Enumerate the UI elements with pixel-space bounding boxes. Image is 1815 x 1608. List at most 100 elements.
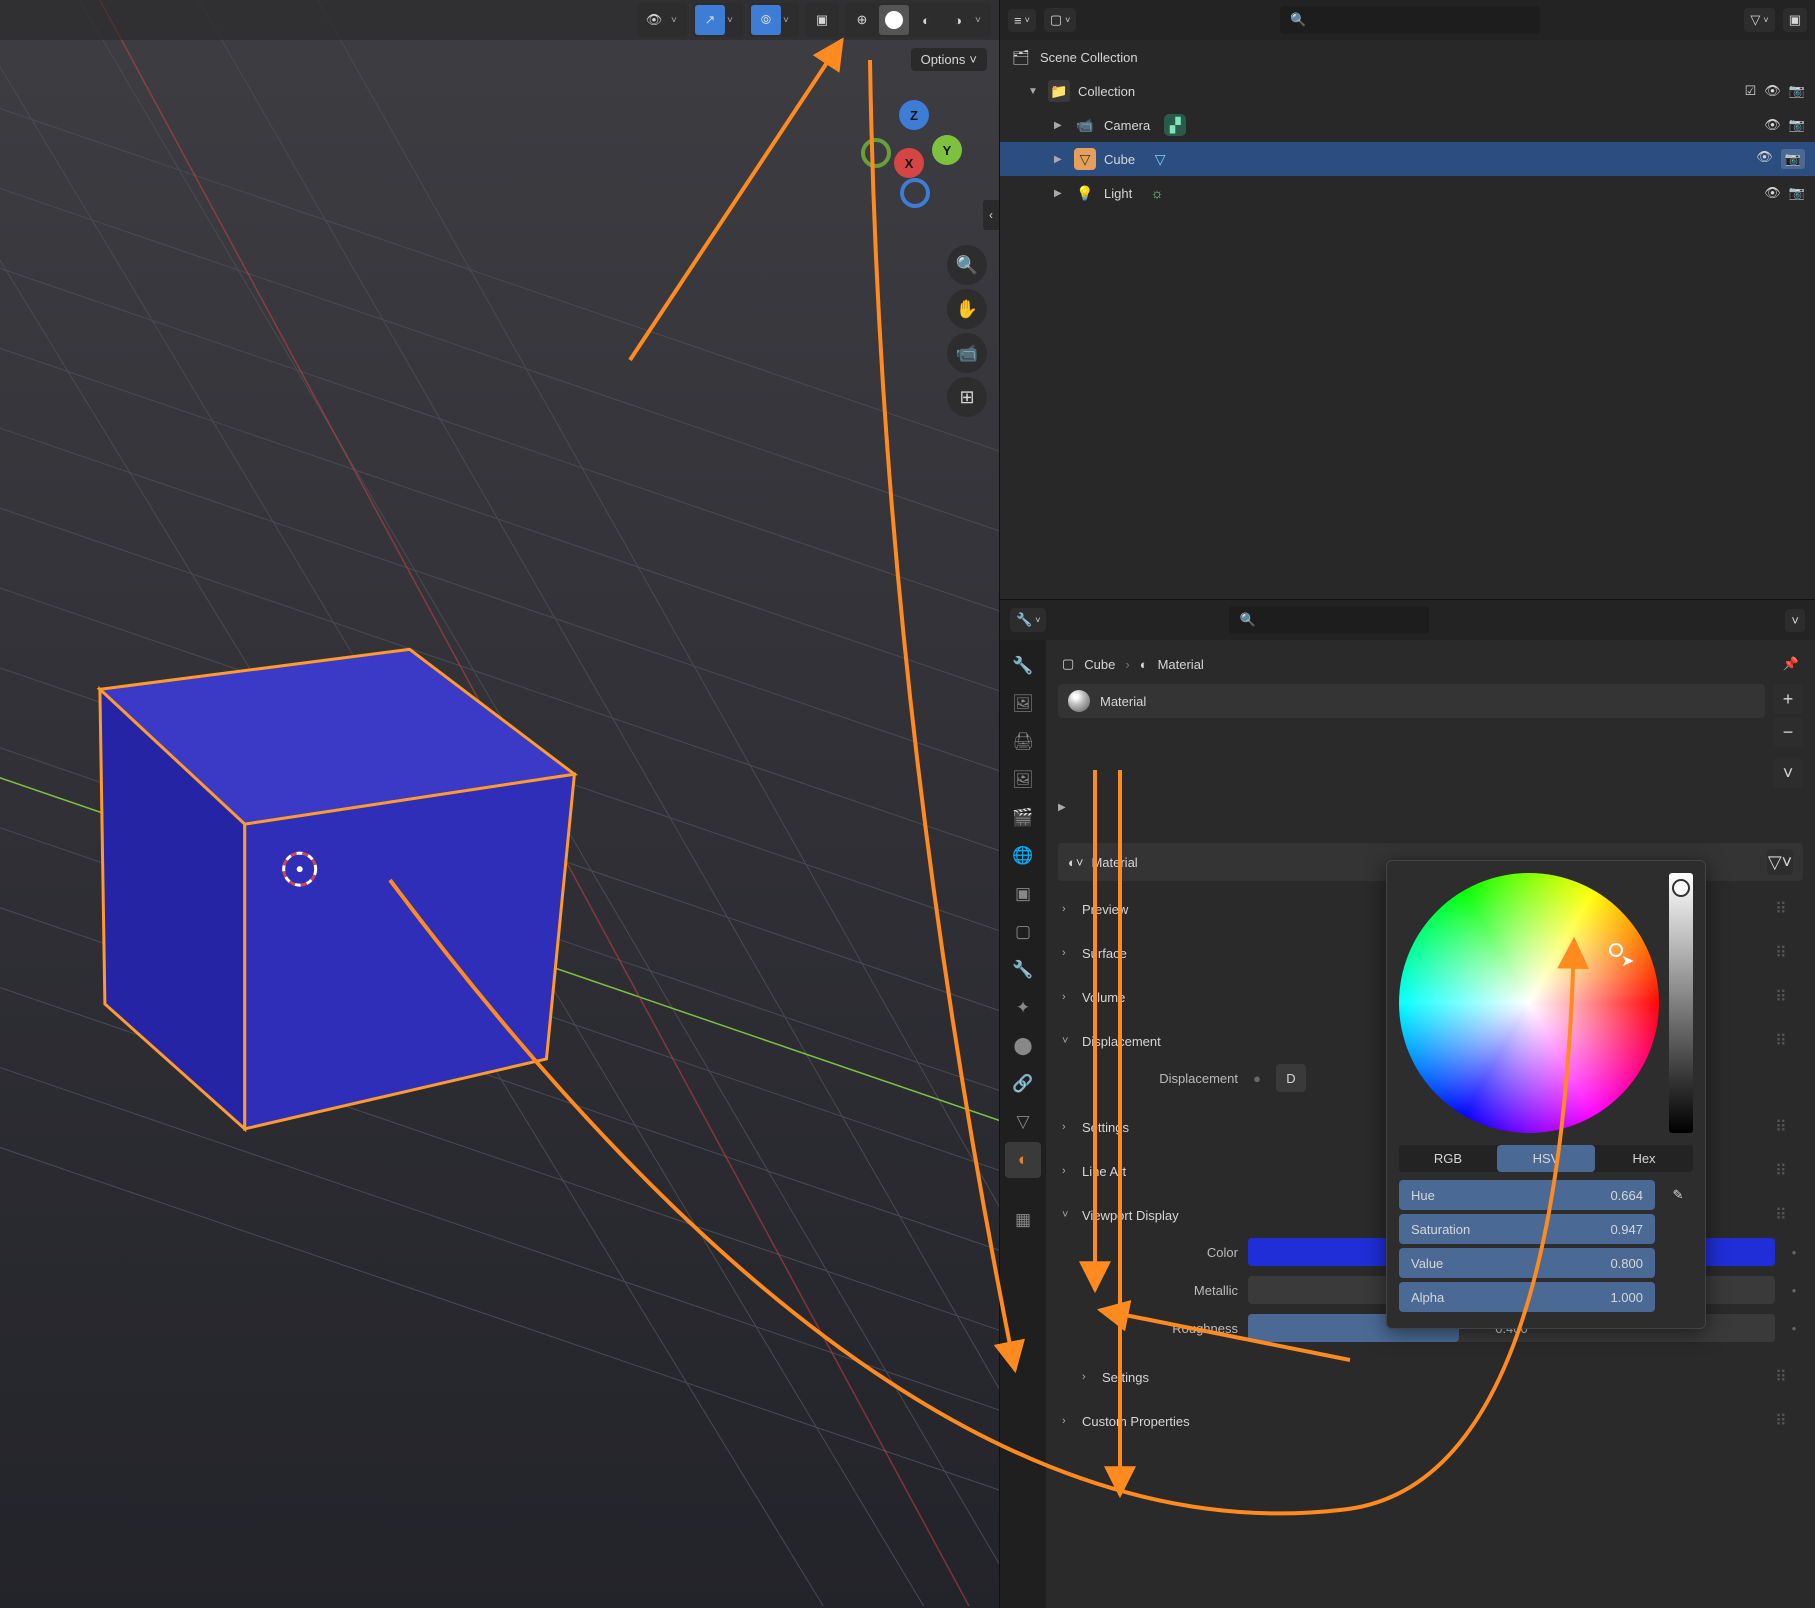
add-slot-button[interactable]: + xyxy=(1773,684,1803,714)
scene-collection-row[interactable]: 🗂 Scene Collection xyxy=(1000,40,1815,74)
disclosure-icon[interactable]: ▶ xyxy=(1054,154,1066,165)
axis-neg-y[interactable] xyxy=(861,138,891,168)
displacement-mode[interactable]: D xyxy=(1276,1064,1306,1092)
navigation-gizmo[interactable]: Z Y X xyxy=(864,100,964,200)
tab-modifier-icon[interactable]: 🔧 xyxy=(1005,952,1041,988)
drag-handle-icon[interactable]: ⠿ xyxy=(1775,899,1799,919)
filter-icon[interactable]: ▽˅ xyxy=(1744,8,1774,32)
chevron-down-icon[interactable]: ˅ xyxy=(975,15,989,26)
socket-icon[interactable]: ● xyxy=(1248,1071,1266,1086)
disclosure-icon[interactable]: ▶ xyxy=(1058,802,1066,813)
viewport-3d[interactable]: 👁 ˅ ↗ ˅ ⦾ ˅ ▣ ⊕ ◐ ◑ ˅ Options xyxy=(0,0,1000,1608)
pin-icon[interactable]: 📌 xyxy=(1783,656,1799,672)
gizmo-toggle-icon[interactable]: ↗ xyxy=(695,5,725,35)
axis-x[interactable]: X xyxy=(894,148,924,178)
overlay-toggle-icon[interactable]: ⦾ xyxy=(751,5,781,35)
node-toggle-icon[interactable]: ▽˅ xyxy=(1767,849,1793,875)
remove-slot-button[interactable]: − xyxy=(1773,717,1803,747)
shading-solid-icon[interactable] xyxy=(879,5,909,35)
tab-world-icon[interactable]: 🌐 xyxy=(1005,838,1041,874)
value-cursor-icon[interactable] xyxy=(1672,879,1690,897)
alpha-field[interactable]: Alpha1.000 xyxy=(1399,1282,1655,1312)
tab-data-icon[interactable]: ▽ xyxy=(1005,1104,1041,1140)
breadcrumb-material[interactable]: Material xyxy=(1158,657,1204,672)
shading-material-icon[interactable]: ◐ xyxy=(911,5,941,35)
drag-handle-icon[interactable]: ⠿ xyxy=(1775,1411,1799,1431)
outliner-search[interactable]: 🔍 xyxy=(1280,6,1540,34)
expand-sidebar-icon[interactable]: ‹ xyxy=(983,200,999,230)
collection-row[interactable]: ▼ 📁 Collection ☑ 👁 📷 xyxy=(1000,74,1815,108)
tab-object-icon[interactable]: ▢ xyxy=(1005,914,1041,950)
axis-neg-z[interactable] xyxy=(900,178,930,208)
tab-output-icon[interactable]: 🖨 xyxy=(1005,724,1041,760)
tab-material-icon[interactable]: ◐ xyxy=(1005,1142,1041,1178)
drag-handle-icon[interactable]: ⠿ xyxy=(1775,943,1799,963)
visibility-icon[interactable]: 👁 xyxy=(1764,117,1781,133)
axis-y[interactable]: Y xyxy=(932,135,962,165)
drag-handle-icon[interactable]: ⠿ xyxy=(1775,1205,1799,1225)
tab-particle-icon[interactable]: ✦ xyxy=(1005,990,1041,1026)
hue-field[interactable]: Hue 0.664 xyxy=(1399,1180,1655,1210)
tab-texture-icon[interactable]: ▦ xyxy=(1005,1202,1041,1238)
disclosure-icon[interactable]: ▶ xyxy=(1054,120,1066,131)
render-icon[interactable]: 📷 xyxy=(1789,83,1805,99)
render-icon[interactable]: 📷 xyxy=(1781,149,1805,169)
animate-icon[interactable]: • xyxy=(1785,1245,1803,1260)
tab-hex[interactable]: Hex xyxy=(1595,1145,1693,1172)
drag-handle-icon[interactable]: ⠿ xyxy=(1775,1367,1799,1387)
slot-menu-icon[interactable]: ˅ xyxy=(1773,758,1803,788)
chevron-down-icon[interactable]: ˅ xyxy=(727,15,741,26)
material-slot[interactable]: Material xyxy=(1058,684,1765,718)
drag-handle-icon[interactable]: ⠿ xyxy=(1775,1117,1799,1137)
chevron-down-icon[interactable]: ˅ xyxy=(783,15,797,26)
eyedropper-icon[interactable]: ✎ xyxy=(1663,1180,1693,1210)
checkbox-icon[interactable]: ☑ xyxy=(1745,83,1757,99)
render-icon[interactable]: 📷 xyxy=(1789,117,1805,133)
visibility-icon[interactable]: 👁 xyxy=(1764,83,1781,99)
animate-icon[interactable]: • xyxy=(1785,1283,1803,1298)
panel-custom-properties[interactable]: ›Custom Properties⠿ xyxy=(1058,1405,1803,1437)
visibility-icon[interactable]: 👁 xyxy=(639,5,669,35)
tab-collection-icon[interactable]: ▣ xyxy=(1005,876,1041,912)
drag-handle-icon[interactable]: ⠿ xyxy=(1775,1161,1799,1181)
outliner-item-light[interactable]: ▶ 💡 Light ☼ 👁 📷 xyxy=(1000,176,1815,210)
shading-wireframe-icon[interactable]: ⊕ xyxy=(847,5,877,35)
material-name[interactable]: Material xyxy=(1091,855,1137,870)
xray-toggle-icon[interactable]: ▣ xyxy=(807,5,837,35)
display-mode-icon[interactable]: ▢˅ xyxy=(1044,8,1077,32)
tab-rgb[interactable]: RGB xyxy=(1399,1145,1497,1172)
material-browse-icon[interactable]: ◐˅ xyxy=(1068,855,1083,870)
render-icon[interactable]: 📷 xyxy=(1789,185,1805,201)
pan-icon[interactable]: ✋ xyxy=(947,289,987,329)
tab-constraint-icon[interactable]: 🔗 xyxy=(1005,1066,1041,1102)
axis-z[interactable]: Z xyxy=(899,100,929,130)
drag-handle-icon[interactable]: ⠿ xyxy=(1775,1031,1799,1051)
options-icon[interactable]: ˅ xyxy=(1785,609,1805,632)
saturation-field[interactable]: Saturation0.947 xyxy=(1399,1214,1655,1244)
tab-scene-icon[interactable]: 🎬 xyxy=(1005,800,1041,836)
visibility-icon[interactable]: 👁 xyxy=(1764,185,1781,201)
zoom-icon[interactable]: 🔍 xyxy=(947,245,987,285)
tab-tool-icon[interactable]: 🔧 xyxy=(1005,648,1041,684)
tab-hsv[interactable]: HSV xyxy=(1497,1145,1595,1172)
visibility-icon[interactable]: 👁 xyxy=(1756,149,1773,169)
tab-physics-icon[interactable]: ⬤ xyxy=(1005,1028,1041,1064)
search-input[interactable] xyxy=(1313,13,1531,28)
editor-type-icon[interactable]: 🔧˅ xyxy=(1010,608,1046,632)
tab-render-icon[interactable]: 🖼 xyxy=(1005,686,1041,722)
panel-settings-nested[interactable]: ›Settings⠿ xyxy=(1058,1361,1803,1393)
editor-type-icon[interactable]: ≡˅ xyxy=(1008,9,1036,32)
new-collection-icon[interactable]: ▣ xyxy=(1783,8,1807,32)
value-slider[interactable] xyxy=(1669,873,1693,1133)
camera-view-icon[interactable]: 📹 xyxy=(947,333,987,373)
options-button[interactable]: Options ˅ xyxy=(911,48,987,71)
properties-search[interactable]: 🔍 xyxy=(1229,606,1429,634)
disclosure-icon[interactable]: ▼ xyxy=(1028,86,1040,97)
breadcrumb-object[interactable]: Cube xyxy=(1084,657,1115,672)
outliner-item-cube[interactable]: ▶ ▽ Cube ▽ 👁 📷 xyxy=(1000,142,1815,176)
value-field[interactable]: Value0.800 xyxy=(1399,1248,1655,1278)
shading-rendered-icon[interactable]: ◑ xyxy=(943,5,973,35)
drag-handle-icon[interactable]: ⠿ xyxy=(1775,987,1799,1007)
animate-icon[interactable]: • xyxy=(1785,1321,1803,1336)
color-wheel[interactable]: ➤ xyxy=(1399,873,1659,1133)
